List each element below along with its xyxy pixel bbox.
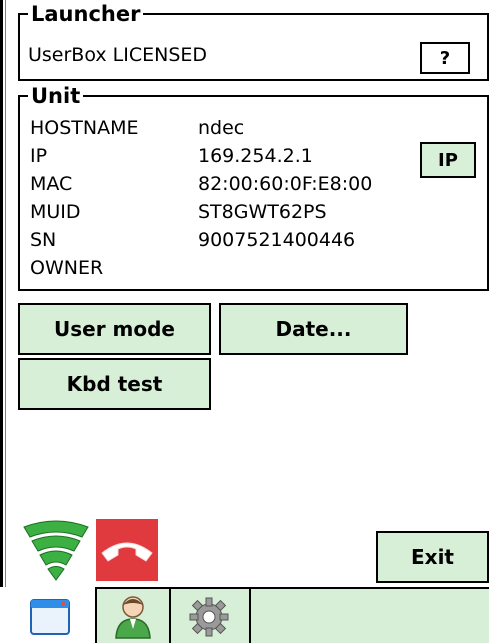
launcher-screen: Launcher UserBox LICENSED ? Unit HOSTNAM… xyxy=(0,0,489,643)
wifi-signal-icon xyxy=(22,519,90,581)
tab-settings[interactable] xyxy=(171,587,251,643)
help-button[interactable]: ? xyxy=(420,42,470,74)
unit-legend: Unit xyxy=(31,84,81,108)
unit-value-hostname: ndec xyxy=(198,117,245,139)
unit-label-mac: MAC xyxy=(30,173,73,195)
unit-label-sn: SN xyxy=(30,229,57,251)
tab-window[interactable] xyxy=(0,587,97,643)
launcher-legend: Launcher xyxy=(31,2,141,26)
unit-value-sn: 9007521400446 xyxy=(198,229,356,251)
unit-value-muid: ST8GWT62PS xyxy=(198,201,327,223)
user-mode-button[interactable]: User mode xyxy=(18,303,211,355)
unit-label-owner: OWNER xyxy=(30,257,104,279)
date-button[interactable]: Date... xyxy=(219,303,408,355)
left-border xyxy=(0,0,3,587)
ip-button[interactable]: IP xyxy=(420,142,476,178)
gear-icon xyxy=(189,597,229,641)
left-border-shadow xyxy=(5,0,6,587)
tab-user[interactable] xyxy=(97,587,171,643)
kbd-test-button[interactable]: Kbd test xyxy=(18,358,211,410)
launcher-group: Launcher xyxy=(18,2,489,81)
exit-button[interactable]: Exit xyxy=(376,531,489,583)
unit-value-mac: 82:00:60:0F:E8:00 xyxy=(198,173,373,195)
user-icon xyxy=(113,595,153,643)
unit-label-muid: MUID xyxy=(30,201,81,223)
window-icon xyxy=(30,599,70,639)
phone-hangup-icon xyxy=(96,519,158,581)
unit-label-hostname: HOSTNAME xyxy=(30,117,139,139)
unit-label-ip: IP xyxy=(30,145,48,167)
license-status: UserBox LICENSED xyxy=(28,44,208,66)
unit-value-ip: 169.254.2.1 xyxy=(198,145,313,167)
